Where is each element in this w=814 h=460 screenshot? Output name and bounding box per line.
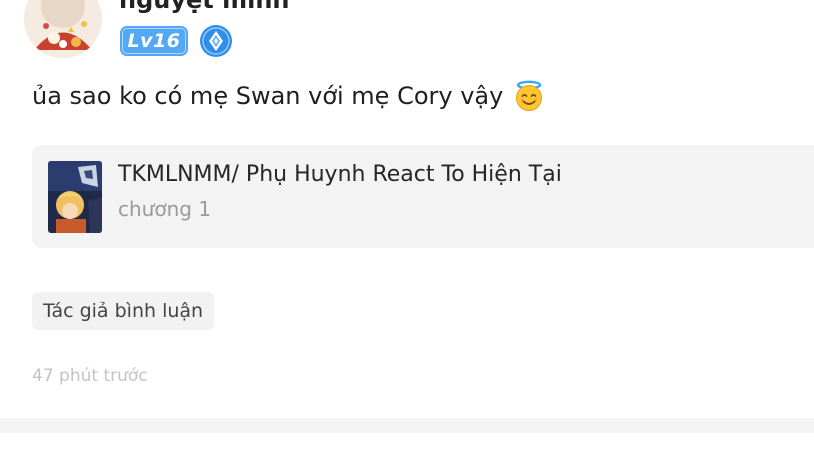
avatar-image bbox=[24, 0, 102, 58]
timestamp: 47 phút trước bbox=[32, 366, 148, 386]
story-card[interactable]: TKMLNMM/ Phụ Huynh React To Hiện Tại chư… bbox=[32, 145, 814, 248]
story-chapter: chương 1 bbox=[118, 197, 212, 221]
section-divider bbox=[0, 418, 814, 433]
level-badge: Lv16 bbox=[120, 26, 188, 56]
avatar[interactable] bbox=[24, 0, 102, 58]
comment-body: ủa sao ko có mẹ Swan với mẹ Cory vậy bbox=[32, 82, 504, 110]
story-cover-image bbox=[48, 161, 102, 233]
level-label: Lv16 bbox=[127, 30, 181, 52]
author-comment-tag: Tác giả bình luận bbox=[32, 292, 215, 330]
comment-text: ủa sao ko có mẹ Swan với mẹ Cory vậy bbox=[32, 80, 545, 112]
diamond-rank-icon bbox=[199, 24, 233, 58]
halo-smile-emoji-icon bbox=[513, 80, 545, 112]
comment-screen: nguyệt minh Lv16 ủa sao ko có mẹ Swan vớ… bbox=[0, 0, 814, 460]
username[interactable]: nguyệt minh bbox=[119, 0, 290, 14]
story-title: TKMLNMM/ Phụ Huynh React To Hiện Tại bbox=[118, 162, 562, 187]
